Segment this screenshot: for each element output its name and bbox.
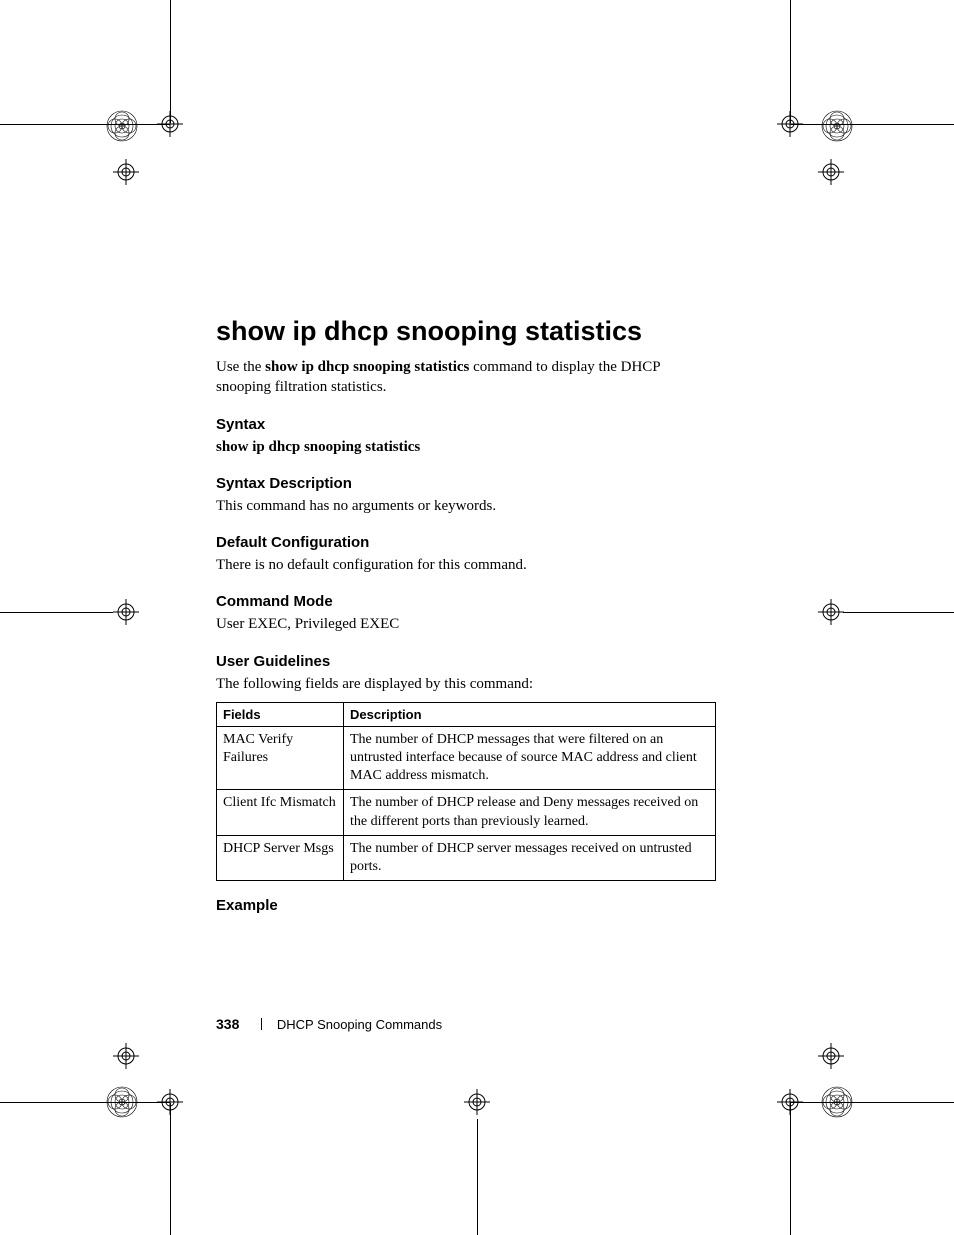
heading-example: Example (216, 897, 716, 914)
heading-syntax: Syntax (216, 416, 716, 433)
rosette-icon (105, 1085, 139, 1119)
page-footer: 338 DHCP Snooping Commands (216, 1016, 442, 1033)
syntax-body: show ip dhcp snooping statistics (216, 437, 716, 457)
intro-command-name: show ip dhcp snooping statistics (265, 359, 469, 375)
registration-mark-icon (818, 159, 844, 185)
crop-line (790, 1103, 791, 1235)
table-row: DHCP Server Msgs The number of DHCP serv… (217, 835, 716, 880)
table-row: Client Ifc Mismatch The number of DHCP r… (217, 790, 716, 835)
page: show ip dhcp snooping statistics Use the… (0, 0, 954, 1235)
registration-mark-icon (818, 1043, 844, 1069)
user-guidelines-body: The following fields are displayed by th… (216, 674, 716, 694)
heading-syntax-description: Syntax Description (216, 475, 716, 492)
command-title: show ip dhcp snooping statistics (216, 316, 716, 347)
rosette-icon (820, 109, 854, 143)
table-cell-description: The number of DHCP release and Deny mess… (344, 790, 716, 835)
crop-line (0, 1102, 170, 1103)
registration-mark-icon (777, 111, 803, 137)
default-configuration-body: There is no default configuration for th… (216, 555, 716, 575)
command-mode-body: User EXEC, Privileged EXEC (216, 614, 716, 634)
registration-mark-icon (113, 599, 139, 625)
syntax-description-body: This command has no arguments or keyword… (216, 496, 716, 516)
table-cell-field: MAC Verify Failures (217, 726, 344, 790)
fields-table: Fields Description MAC Verify Failures T… (216, 702, 716, 881)
page-number: 338 (216, 1016, 239, 1032)
crop-line (477, 1119, 478, 1235)
registration-mark-icon (777, 1089, 803, 1115)
table-header-row: Fields Description (217, 702, 716, 726)
crop-line (790, 124, 954, 125)
crop-line (0, 612, 113, 613)
crop-line (790, 0, 791, 123)
rosette-icon (105, 109, 139, 143)
intro-paragraph: Use the show ip dhcp snooping statistics… (216, 357, 716, 398)
crop-line (843, 612, 954, 613)
footer-divider (261, 1018, 262, 1030)
table-header-description: Description (344, 702, 716, 726)
chapter-title: DHCP Snooping Commands (277, 1017, 442, 1032)
crop-line (170, 0, 171, 123)
heading-default-configuration: Default Configuration (216, 534, 716, 551)
crop-line (790, 1102, 954, 1103)
table-header-fields: Fields (217, 702, 344, 726)
table-cell-description: The number of DHCP messages that were fi… (344, 726, 716, 790)
rosette-icon (820, 1085, 854, 1119)
registration-mark-icon (113, 159, 139, 185)
crop-line (0, 124, 170, 125)
intro-prefix: Use the (216, 359, 265, 375)
heading-command-mode: Command Mode (216, 593, 716, 610)
table-row: MAC Verify Failures The number of DHCP m… (217, 726, 716, 790)
table-cell-description: The number of DHCP server messages recei… (344, 835, 716, 880)
heading-user-guidelines: User Guidelines (216, 653, 716, 670)
registration-mark-icon (818, 599, 844, 625)
table-cell-field: Client Ifc Mismatch (217, 790, 344, 835)
table-cell-field: DHCP Server Msgs (217, 835, 344, 880)
crop-line (170, 1103, 171, 1235)
registration-mark-icon (157, 111, 183, 137)
registration-mark-icon (157, 1089, 183, 1115)
registration-mark-icon (113, 1043, 139, 1069)
registration-mark-icon (464, 1089, 490, 1115)
content-area: show ip dhcp snooping statistics Use the… (216, 316, 716, 918)
